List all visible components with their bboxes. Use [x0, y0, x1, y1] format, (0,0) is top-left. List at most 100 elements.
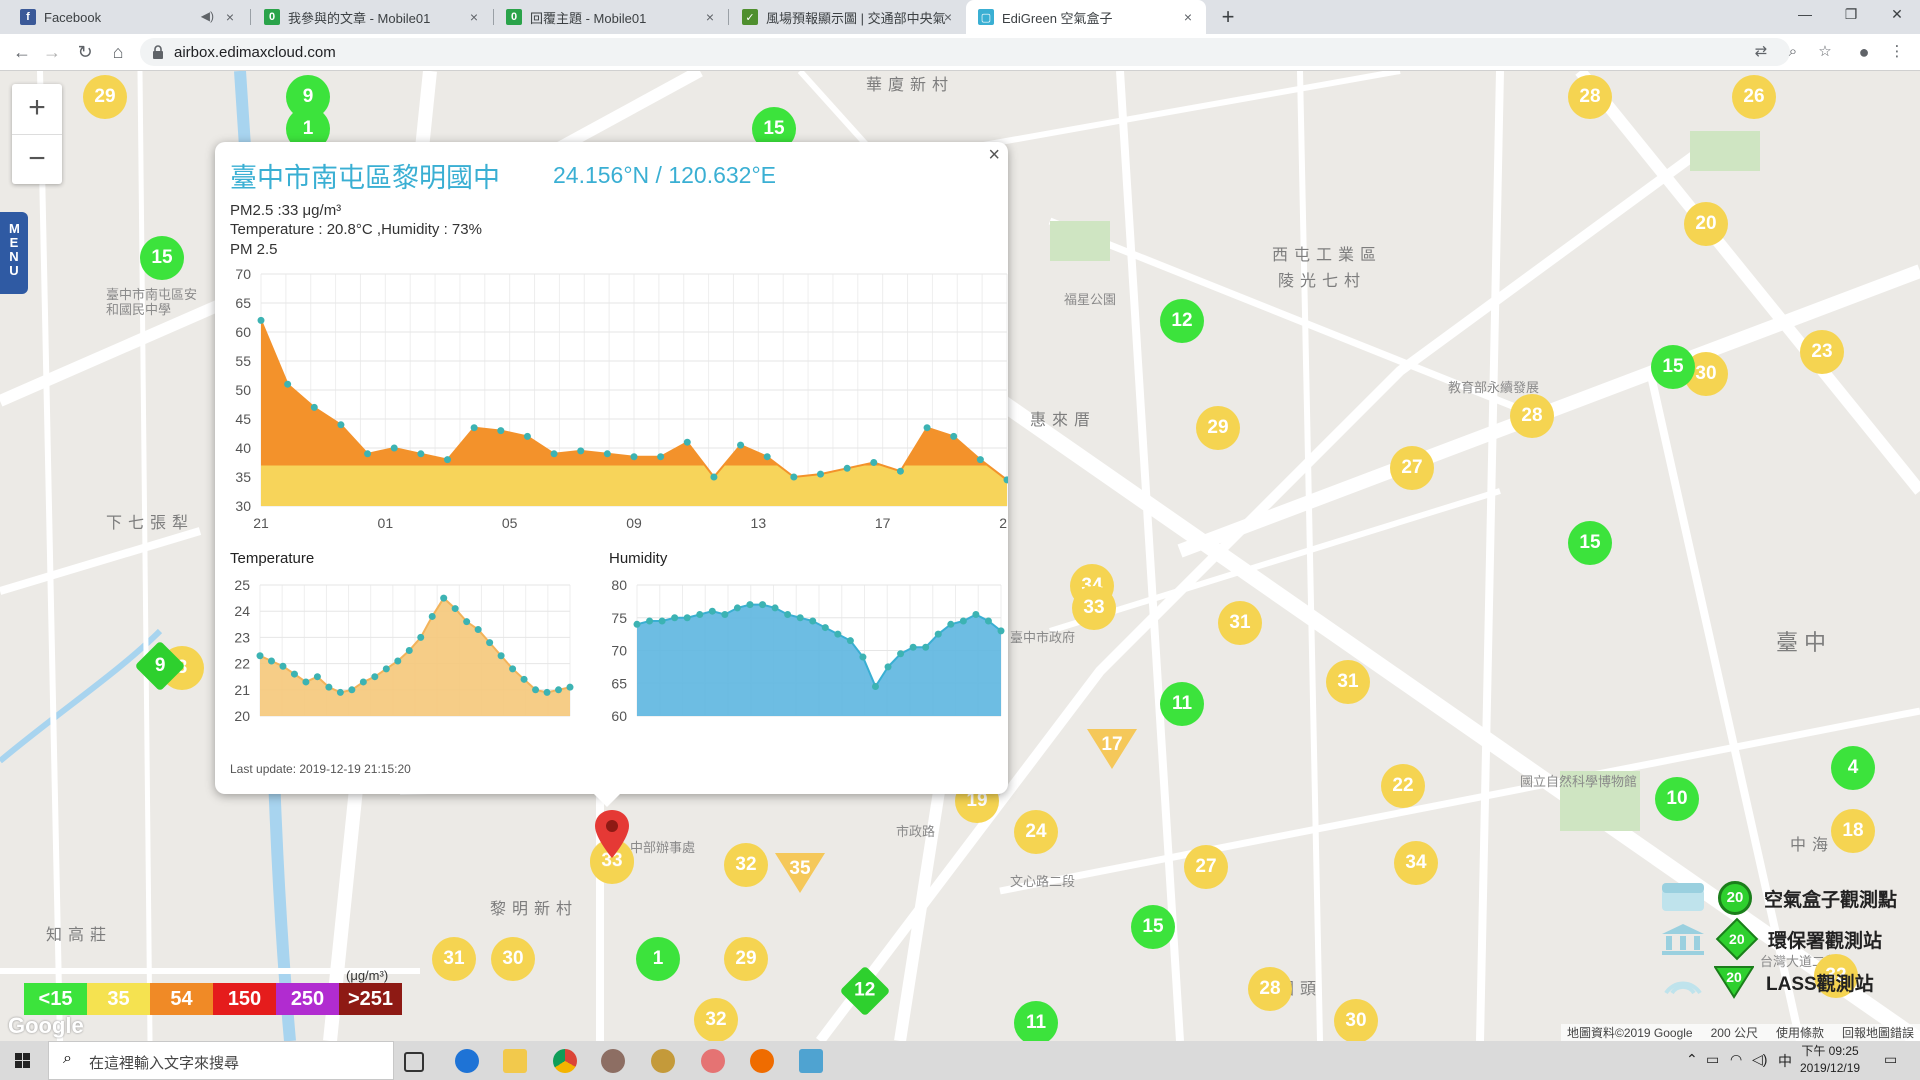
airbox-marker[interactable]: 15 — [1568, 521, 1612, 565]
tab-facebook[interactable]: f Facebook ◀) × — [8, 0, 248, 34]
close-window-button[interactable]: ✕ — [1874, 0, 1920, 30]
app-icon[interactable] — [701, 1049, 725, 1073]
lass-station-marker[interactable]: 35 — [775, 851, 825, 895]
airbox-marker[interactable]: 28 — [1510, 394, 1554, 438]
tab-divider — [250, 9, 251, 25]
blender-icon[interactable] — [750, 1049, 774, 1073]
airbox-marker[interactable]: 15 — [1131, 905, 1175, 949]
app-icon[interactable] — [651, 1049, 675, 1073]
airbox-marker[interactable]: 34 — [1394, 841, 1438, 885]
legend-lass: 20 LASS觀測站 — [1660, 962, 1874, 1002]
report-error-link[interactable]: 回報地圖錯誤 — [1842, 1024, 1914, 1041]
tab-title: 我參與的文章 - Mobile01 — [288, 10, 431, 26]
airbox-marker[interactable]: 12 — [1160, 299, 1204, 343]
y-tick-label: 23 — [234, 629, 250, 645]
minimize-button[interactable]: — — [1782, 0, 1828, 30]
airbox-marker[interactable]: 15 — [1651, 345, 1695, 389]
airbox-marker[interactable]: 28 — [1568, 75, 1612, 119]
translate-icon[interactable]: ⇄ — [1750, 41, 1772, 63]
address-bar[interactable]: airbox.edimaxcloud.com — [140, 38, 1790, 66]
edge-browser-icon[interactable] — [455, 1049, 479, 1073]
ime-indicator[interactable]: 中 — [1778, 1051, 1792, 1071]
close-tab-icon[interactable]: × — [222, 9, 238, 25]
forward-arrow-icon[interactable]: → — [40, 40, 64, 64]
volume-icon[interactable]: ◁) — [1752, 1051, 1767, 1068]
tab-mobile01-reply[interactable]: 0 回覆主題 - Mobile01 × — [494, 0, 728, 34]
new-tab-button[interactable]: + — [1215, 4, 1241, 30]
tray-chevron-icon[interactable]: ⌃ — [1686, 1051, 1698, 1068]
chrome-icon[interactable] — [553, 1049, 577, 1073]
airbox-marker[interactable]: 1 — [636, 937, 680, 981]
y-tick-label: 65 — [611, 675, 627, 691]
tab-mobile01-articles[interactable]: 0 我參與的文章 - Mobile01 × — [252, 0, 492, 34]
airbox-marker[interactable]: 11 — [1014, 1001, 1058, 1041]
airbox-marker[interactable]: 32 — [694, 998, 738, 1041]
tab-wind-forecast[interactable]: ✓ 風場預報顯示圖 | 交通部中央氣 × — [730, 0, 966, 34]
profile-icon[interactable]: ● — [1853, 41, 1875, 63]
airbox-marker[interactable]: 29 — [83, 75, 127, 119]
file-explorer-icon[interactable] — [503, 1049, 527, 1073]
speaker-icon[interactable]: ◀) — [201, 9, 214, 23]
map-label: 華廈新村 — [866, 77, 955, 94]
airbox-marker[interactable]: 23 — [1800, 330, 1844, 374]
data-point — [997, 627, 1005, 635]
airbox-marker[interactable]: 31 — [432, 937, 476, 981]
google-logo[interactable]: Google — [8, 1013, 84, 1039]
airbox-marker[interactable]: 33 — [1072, 586, 1116, 630]
airbox-marker[interactable]: 32 — [724, 843, 768, 887]
facebook-icon: f — [20, 9, 36, 25]
airbox-marker[interactable]: 28 — [1248, 967, 1292, 1011]
system-clock[interactable]: 下午 09:25 2019/12/19 — [1800, 1043, 1860, 1077]
airbox-marker[interactable]: 26 — [1732, 75, 1776, 119]
data-point — [834, 630, 842, 638]
windows-start-icon[interactable] — [0, 1041, 46, 1080]
airbox-marker[interactable]: 10 — [1655, 777, 1699, 821]
back-arrow-icon[interactable]: ← — [10, 40, 34, 64]
temperature-chart: 20 21 22 23 24 25 60 65 70 75 80 — [234, 577, 1005, 724]
search-icon: ⌕ — [63, 1050, 72, 1067]
airbox-marker[interactable]: 31 — [1218, 601, 1262, 645]
airbox-marker[interactable]: 27 — [1390, 446, 1434, 490]
airbox-marker[interactable]: 24 — [1014, 810, 1058, 854]
terms-link[interactable]: 使用條款 — [1776, 1024, 1824, 1041]
close-tab-icon[interactable]: × — [1180, 9, 1196, 25]
restore-button[interactable]: ❐ — [1828, 0, 1874, 30]
wifi-icon[interactable]: ◠ — [1730, 1051, 1742, 1068]
map-label: 惠來厝 — [1030, 412, 1097, 429]
map-poi-label: 臺中市南屯區安和國民中學 — [106, 287, 198, 317]
app-icon[interactable] — [601, 1049, 625, 1073]
bookmark-star-icon[interactable]: ☆ — [1814, 41, 1836, 63]
tab-edigreen[interactable]: ▢ EdiGreen 空氣盒子 × — [966, 0, 1206, 34]
airbox-marker[interactable]: 20 — [1684, 202, 1728, 246]
app-icon[interactable] — [799, 1049, 823, 1073]
task-view-icon[interactable] — [404, 1052, 424, 1072]
airbox-marker[interactable]: 11 — [1160, 682, 1204, 726]
data-point — [784, 610, 792, 618]
zoom-out-button[interactable]: − — [12, 134, 62, 185]
zoom-in-button[interactable]: + — [12, 84, 62, 134]
lass-station-marker[interactable]: 17 — [1087, 727, 1137, 771]
marker-value: 17 — [1101, 734, 1123, 755]
airbox-marker[interactable]: 18 — [1831, 809, 1875, 853]
menu-dots-icon[interactable]: ⋮ — [1886, 41, 1908, 63]
airbox-marker[interactable]: 30 — [491, 937, 535, 981]
home-icon[interactable]: ⌂ — [106, 40, 130, 64]
airbox-marker[interactable]: 30 — [1334, 999, 1378, 1041]
notification-icon[interactable]: ▭ — [1884, 1051, 1897, 1068]
airbox-marker[interactable]: 15 — [140, 236, 184, 280]
close-tab-icon[interactable]: × — [702, 9, 718, 25]
airbox-marker[interactable]: 29 — [724, 937, 768, 981]
menu-button[interactable]: MENU — [0, 212, 28, 294]
airbox-marker[interactable]: 29 — [1196, 406, 1240, 450]
legend-label: 空氣盒子觀測點 — [1764, 889, 1898, 911]
airbox-marker[interactable]: 27 — [1184, 845, 1228, 889]
battery-icon[interactable]: ▭ — [1706, 1051, 1719, 1068]
taskbar-search-box[interactable]: ⌕ 在這裡輸入文字來搜尋 — [48, 1041, 394, 1080]
close-tab-icon[interactable]: × — [940, 9, 956, 25]
airbox-marker[interactable]: 22 — [1381, 764, 1425, 808]
zoom-icon[interactable]: ⌕ — [1782, 41, 1804, 63]
airbox-marker[interactable]: 4 — [1831, 746, 1875, 790]
close-tab-icon[interactable]: × — [466, 9, 482, 25]
airbox-marker[interactable]: 31 — [1326, 660, 1370, 704]
reload-icon[interactable]: ↻ — [73, 40, 97, 64]
